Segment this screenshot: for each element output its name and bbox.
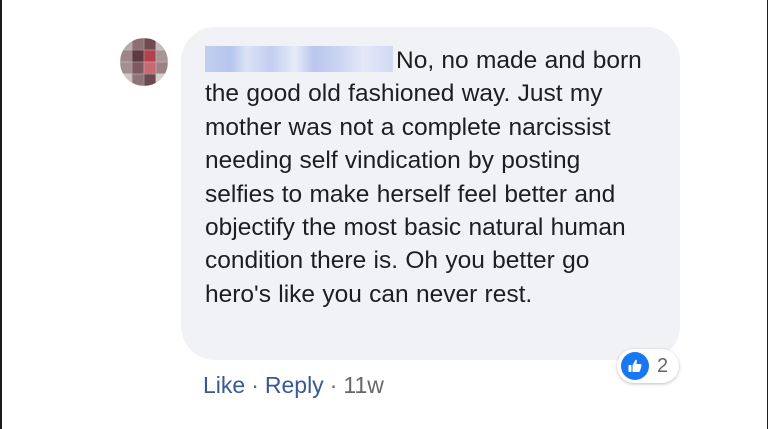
reply-link[interactable]: Reply <box>265 372 324 399</box>
timestamp-link[interactable]: 11w <box>343 372 384 399</box>
avatar[interactable] <box>120 38 168 86</box>
comment-actions: Like · Reply · 11w <box>203 372 384 399</box>
comment-text: No, no made and born the good old fashio… <box>205 47 642 308</box>
author-name-redacted[interactable] <box>205 46 393 72</box>
comment-bubble: No, no made and born the good old fashio… <box>181 27 680 360</box>
action-separator: · <box>251 372 259 398</box>
action-separator: · <box>329 372 338 398</box>
like-link[interactable]: Like <box>203 372 245 399</box>
reaction-count: 2 <box>657 354 669 377</box>
thumbs-up-icon <box>621 352 649 380</box>
comment-body: No, no made and born the good old fashio… <box>205 44 656 311</box>
reaction-summary[interactable]: 2 <box>617 349 679 383</box>
left-frame-border <box>0 0 2 429</box>
